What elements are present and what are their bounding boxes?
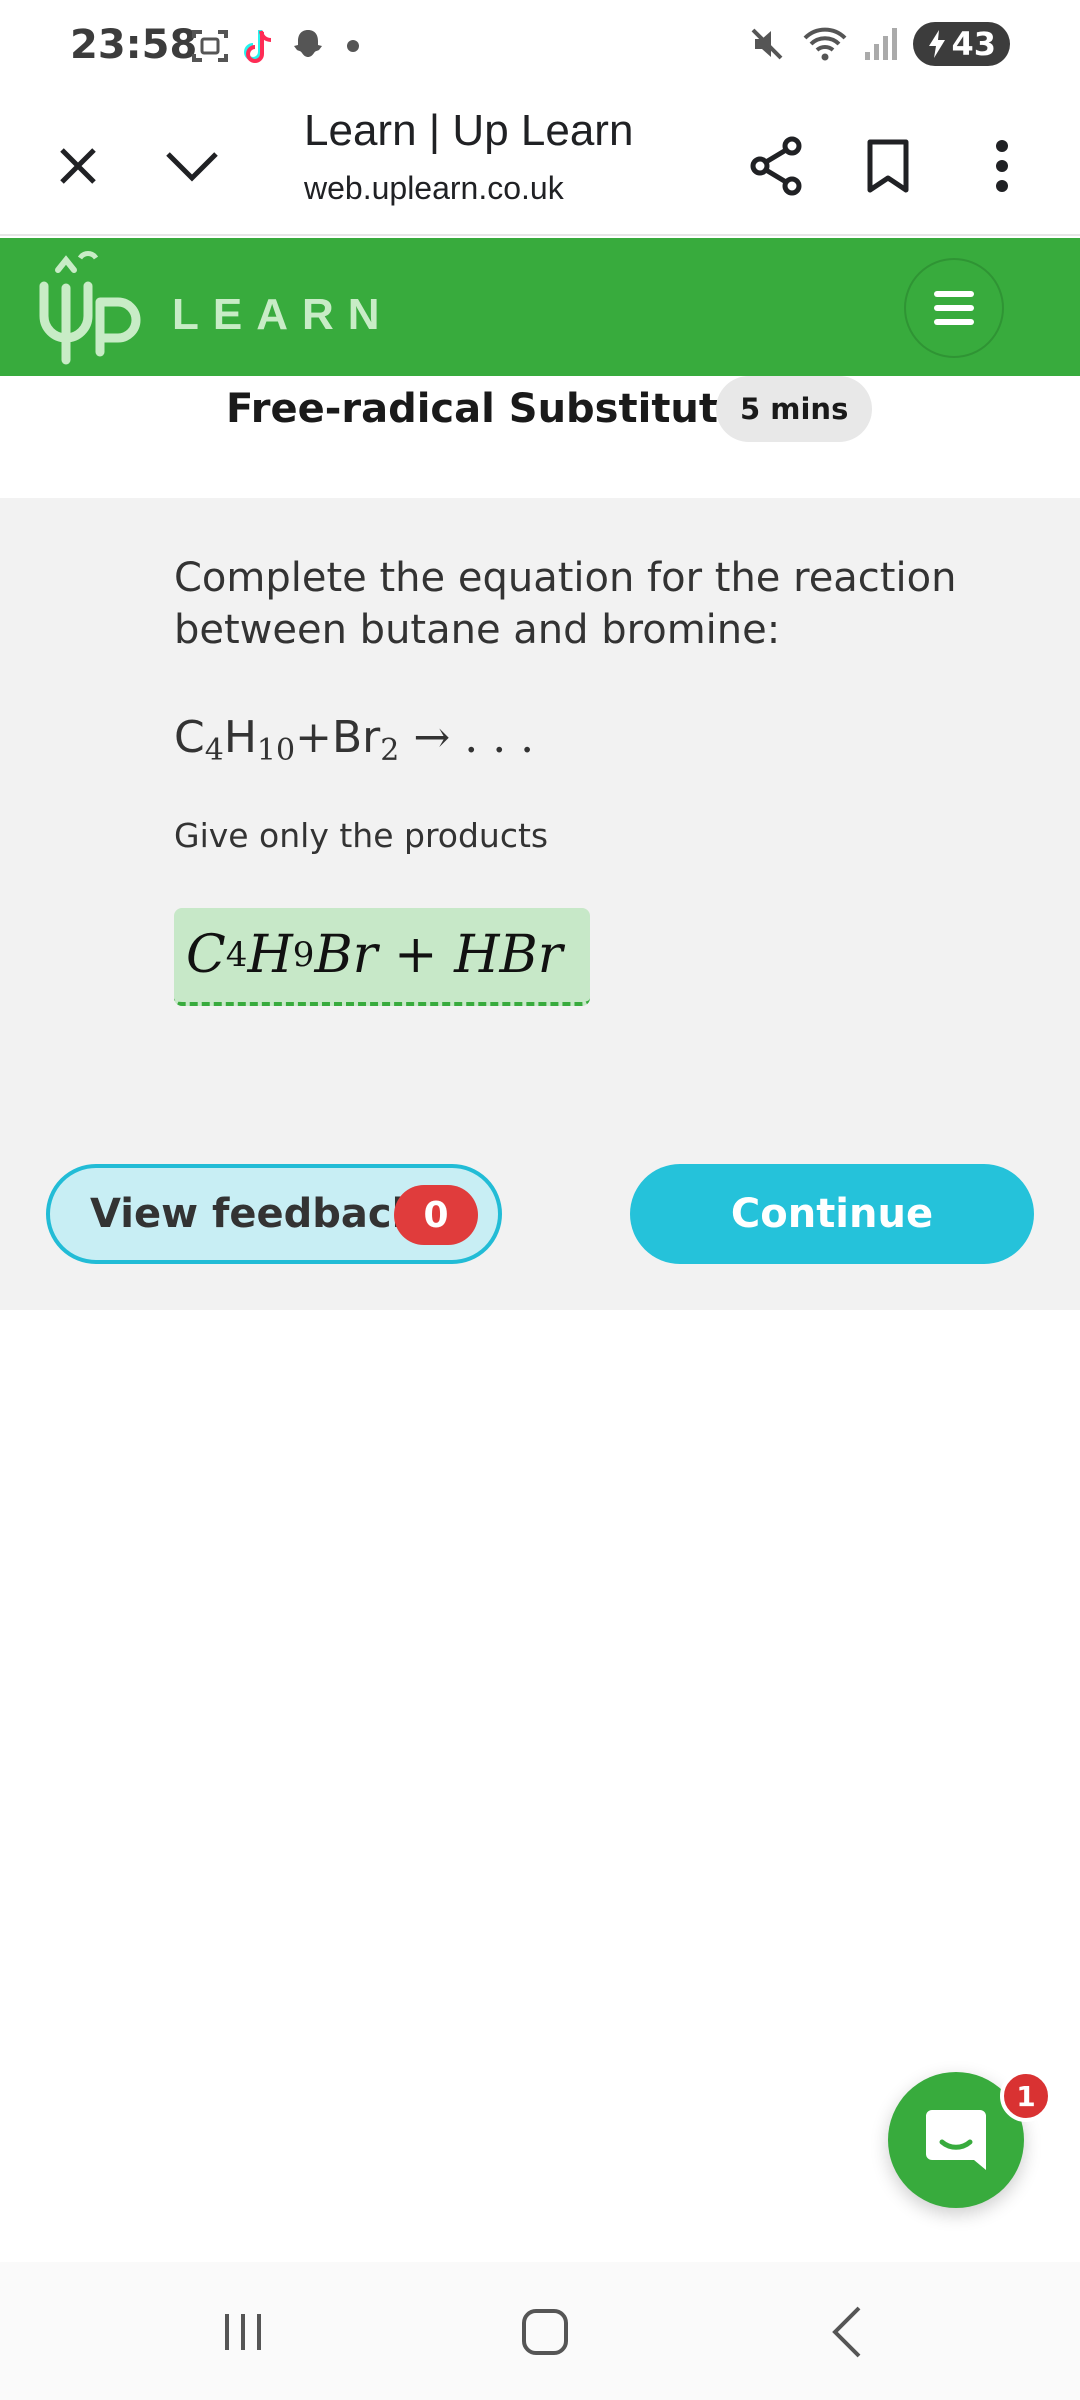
chevron-down-icon xyxy=(166,152,218,182)
continue-button[interactable]: Continue xyxy=(630,1164,1034,1264)
status-system-icons: 43 xyxy=(747,22,1010,66)
eq-hydrogen: H xyxy=(223,712,257,763)
close-icon xyxy=(60,148,96,184)
view-feedback-label: View feedback xyxy=(90,1191,419,1237)
eq-arrow: → xyxy=(413,712,451,763)
page-url[interactable]: web.uplearn.co.uk xyxy=(304,170,564,207)
close-tab-button[interactable] xyxy=(42,130,114,202)
menu-bar-line xyxy=(934,291,974,297)
question-panel: Complete the equation for the reaction b… xyxy=(0,498,1080,1310)
hamburger-menu-button[interactable] xyxy=(904,258,1004,358)
back-icon xyxy=(832,2306,861,2358)
battery-charging-icon xyxy=(929,30,946,58)
screenshot-icon xyxy=(192,30,228,62)
battery-level: 43 xyxy=(951,25,996,63)
tiktok-icon xyxy=(244,30,272,63)
answer-hydrogen: H xyxy=(247,925,293,985)
question-hint: Give only the products xyxy=(174,816,549,855)
menu-bar-line xyxy=(934,319,974,325)
eq-plus: + xyxy=(295,712,332,763)
page-title: Learn | Up Learn xyxy=(304,106,634,155)
view-feedback-button[interactable]: View feedback 0 xyxy=(46,1164,502,1264)
logo-text: LEARN xyxy=(172,290,394,339)
dot-icon xyxy=(347,40,359,52)
recent-apps-button[interactable] xyxy=(198,2292,288,2372)
battery-indicator: 43 xyxy=(913,22,1010,66)
wifi-icon xyxy=(804,27,847,61)
question-prompt: Complete the equation for the reaction b… xyxy=(174,555,957,653)
home-icon xyxy=(522,2309,568,2355)
eq-bromine-subscript: 2 xyxy=(380,733,400,768)
signal-icon xyxy=(865,28,898,60)
share-icon xyxy=(750,136,802,196)
eq-bromine: Br xyxy=(331,712,381,763)
lesson-duration-badge: 5 mins xyxy=(716,376,873,442)
status-notification-icons xyxy=(190,26,368,66)
site-header: LEARN xyxy=(0,238,1080,376)
answer-carbon: C xyxy=(186,925,226,985)
eq-ellipsis: . . . xyxy=(464,712,535,763)
more-options-button[interactable] xyxy=(966,130,1038,202)
more-vert-icon xyxy=(996,140,1008,192)
status-time: 23:58 xyxy=(70,22,198,68)
answer-input[interactable]: C 4 H 9 Br + HBr xyxy=(174,908,590,1006)
eq-hydrogen-subscript: 10 xyxy=(256,733,296,768)
minimize-tab-button[interactable] xyxy=(156,130,228,202)
browser-toolbar: Learn | Up Learn web.uplearn.co.uk xyxy=(0,96,1080,236)
eq-carbon: C xyxy=(174,712,205,763)
system-navigation-bar xyxy=(0,2262,1080,2400)
menu-bar-line xyxy=(934,305,974,311)
chat-unread-badge: 1 xyxy=(1000,2070,1052,2122)
feedback-count-badge: 0 xyxy=(394,1185,478,1245)
status-bar: 23:58 43 xyxy=(0,0,1080,96)
answer-hydrogen-subscript: 9 xyxy=(292,935,315,975)
bookmark-button[interactable] xyxy=(852,130,924,202)
home-button[interactable] xyxy=(500,2292,590,2372)
up-learn-logo[interactable]: LEARN xyxy=(36,250,394,366)
continue-label: Continue xyxy=(730,1191,934,1237)
question-equation: C4H10+Br2 → . . . xyxy=(174,712,534,768)
lesson-title: Free-radical Substitution xyxy=(226,386,788,432)
mute-icon xyxy=(752,28,783,60)
up-logo-icon xyxy=(39,251,141,365)
bookmark-icon xyxy=(867,139,909,193)
share-button[interactable] xyxy=(740,130,812,202)
chat-icon xyxy=(926,2110,986,2170)
eq-carbon-subscript: 4 xyxy=(204,733,224,768)
answer-carbon-subscript: 4 xyxy=(225,935,248,975)
answer-rest: Br + HBr xyxy=(314,925,563,985)
back-button[interactable] xyxy=(802,2292,892,2372)
snapchat-icon xyxy=(294,30,322,57)
recent-apps-icon xyxy=(225,2314,261,2350)
lesson-header: Free-radical Substitution 5 mins xyxy=(0,376,1080,498)
